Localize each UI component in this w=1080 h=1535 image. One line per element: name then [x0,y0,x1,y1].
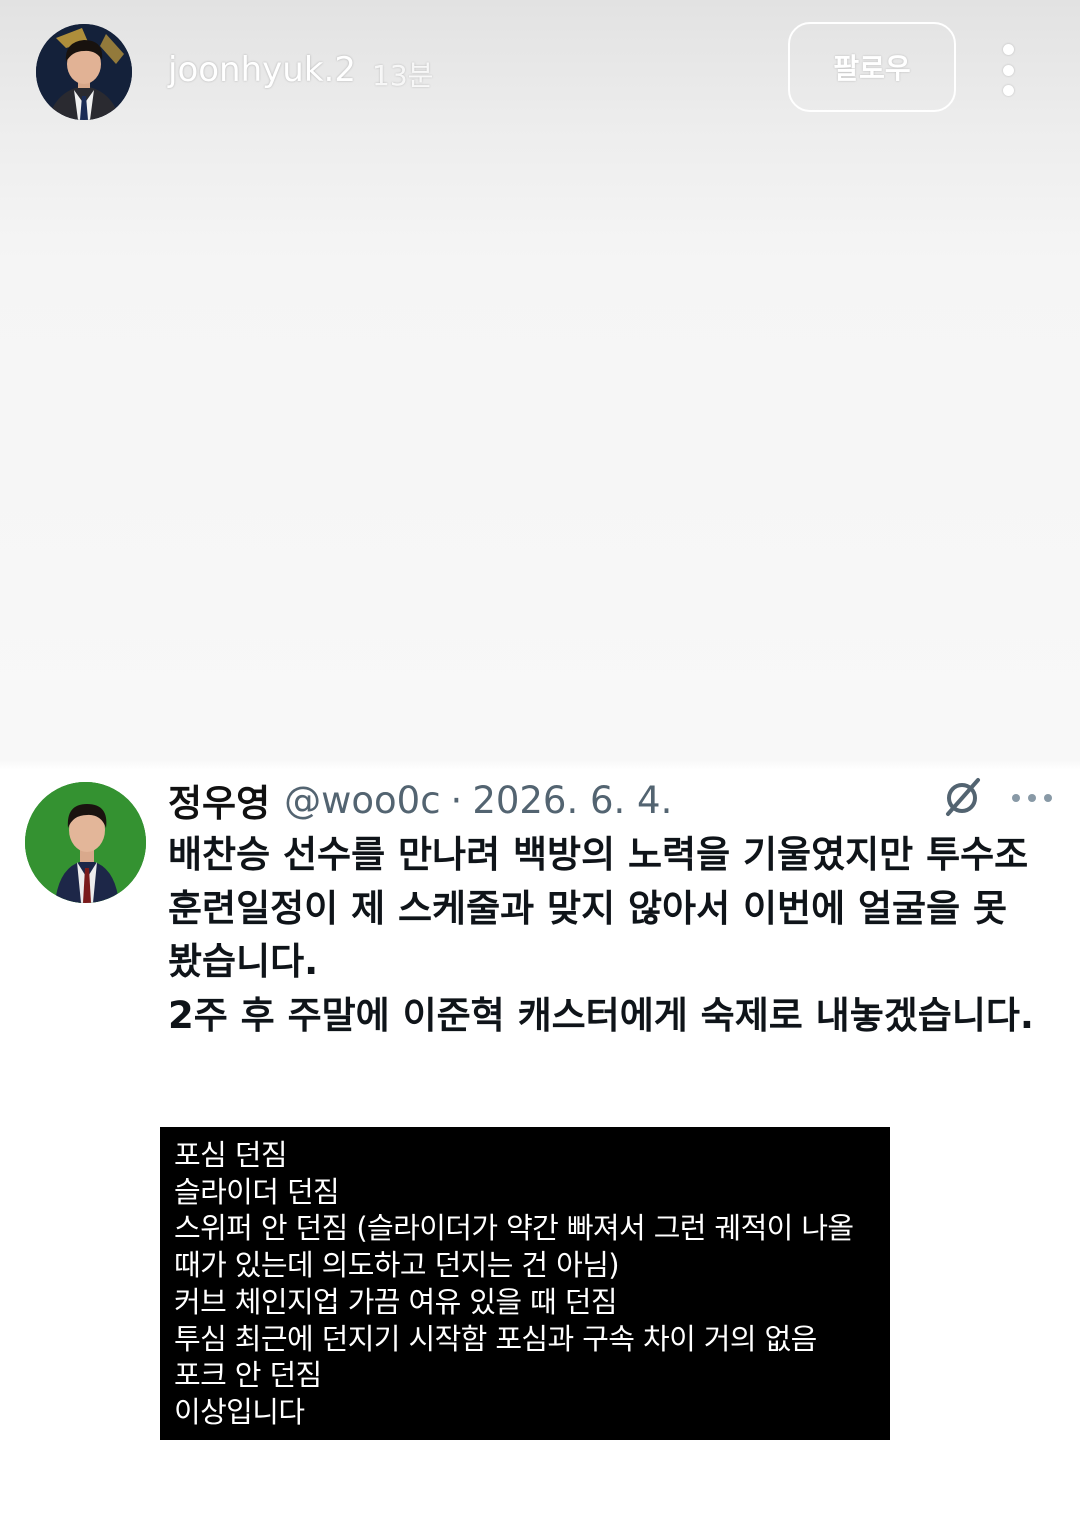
attachment-line: 포심 던짐 [174,1138,288,1172]
story-time-ago: 13분 [372,59,434,92]
attachment-line: 투심 최근에 던지기 시작함 포심과 구속 차이 거의 없음 [174,1321,817,1356]
follow-button[interactable]: 팔로우 [788,22,956,112]
attachment-line: 이상입니다 [174,1394,305,1429]
story-header: joonhyuk.2 13분 팔로우 [0,0,1080,140]
dot-icon [1002,64,1014,76]
tweet-author-handle[interactable]: @woo0c [284,779,440,822]
attachment-line: 커브 체인지업 가끔 여유 있을 때 던짐 [174,1284,618,1319]
tweet-author-name[interactable]: 정우영 [168,773,270,827]
horizontal-ellipsis-icon[interactable] [1012,792,1052,804]
story-avatar[interactable] [36,24,132,120]
tweet-author-avatar[interactable] [25,782,146,903]
grok-icon[interactable] [940,776,984,820]
attachment-line: 포크 안 던짐 [174,1358,322,1393]
dot-icon [1002,44,1014,55]
tweet-date[interactable]: 2026. 6. 4. [472,779,672,822]
dot-icon [1028,794,1036,802]
tweet-image-attachment[interactable]: 포심 던짐 슬라이더 던짐 스위퍼 안 던짐 (슬라이더가 약간 빠져서 그런 … [160,1127,890,1440]
header-separator: · [450,778,463,822]
tweet-header: 정우영 @woo0c · 2026. 6. 4. [168,774,672,826]
story-avatar-image [36,24,132,120]
attachment-line: 슬라이더 던짐 [174,1174,340,1209]
attachment-line: 스위퍼 안 던짐 (슬라이더가 약간 빠져서 그런 궤적이 나올 [174,1211,854,1246]
tweet-body: 배찬승 선수를 만나려 백방의 노력을 기울였지만 투수조 훈련일정이 제 스케… [168,828,1038,1042]
story-username[interactable]: joonhyuk.2 [168,50,356,90]
tweet-paragraph: 배찬승 선수를 만나려 백방의 노력을 기울였지만 투수조 훈련일정이 제 스케… [168,833,1029,983]
vertical-ellipsis-icon[interactable] [990,40,1026,100]
dot-icon [1012,794,1020,802]
dot-icon [1044,794,1052,802]
tweet-avatar-image [25,782,146,903]
attachment-line: 때가 있는데 의도하고 던지는 건 아님) [174,1248,620,1283]
dot-icon [1002,85,1014,96]
tweet-paragraph: 2주 후 주말에 이준혁 캐스터에게 숙제로 내놓겠습니다. [168,993,1034,1037]
